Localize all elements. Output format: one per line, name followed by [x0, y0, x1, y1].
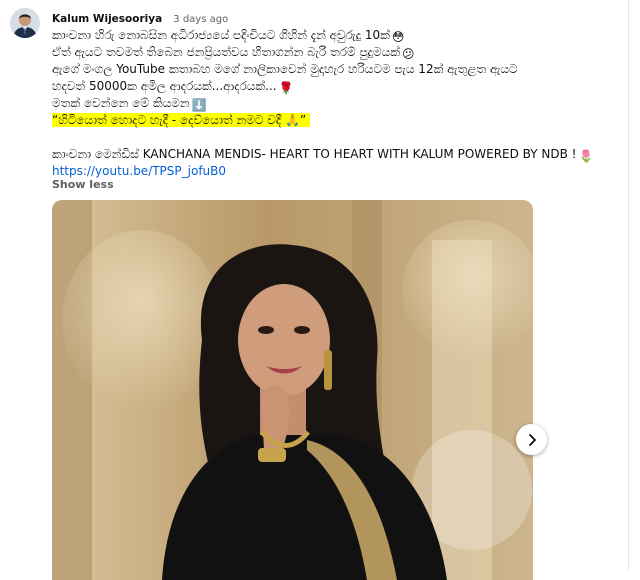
post-timestamp[interactable]: 3 days ago — [173, 14, 228, 25]
post-header: Kalum Wijesooriya 3 days ago — [52, 9, 228, 25]
show-less-button[interactable]: Show less — [52, 178, 114, 191]
post-line: කාංචනා හිරු නොබසින අධිරාජ්‍යයේ පදිංචියට … — [52, 27, 622, 44]
post-line: හදවත් 50000ක අමිල ආදරයක්...ආදරයක්... 🌹 — [52, 78, 622, 95]
avatar-image — [10, 8, 40, 38]
highlighted-quote: “හිටියොත් හොදට හැදී - දෙව්යොත් නමට වදී 🙏… — [52, 113, 311, 127]
next-image-button[interactable] — [516, 424, 547, 455]
post-line: https://youtu.be/TPSP_jofuB0 — [52, 163, 622, 180]
post-line: කාංචනා මෙන්ඩිස් KANCHANA MENDIS- HEART T… — [52, 146, 622, 163]
post-line-text: ඒත් ඇයට තවමත් තිබෙන ජනප්‍රියත්වය හිතාගන්… — [52, 45, 400, 59]
author-avatar[interactable] — [10, 8, 40, 38]
rose-emoji-icon: 🌹 — [278, 81, 294, 95]
post-photo-graphic — [52, 200, 533, 580]
post-line-text: මතක් වෙන්නෙ මේ කියමන — [52, 96, 190, 110]
author-name[interactable]: Kalum Wijesooriya — [52, 13, 162, 25]
page-divider — [628, 0, 629, 570]
post-image[interactable] — [52, 200, 533, 580]
post-line: මතක් වෙන්නෙ මේ කියමන ⬇️ — [52, 95, 622, 112]
video-link[interactable]: https://youtu.be/TPSP_jofuB0 — [52, 164, 226, 178]
post-body: කාංචනා හිරු නොබසින අධිරාජ්‍යයේ පදිංචියට … — [52, 27, 622, 180]
post-line-text: හදවත් 50000ක අමිල ආදරයක්...ආදරයක්... — [52, 79, 277, 93]
post-line-text: කාංචනා හිරු නොබසින අධිරාජ්‍යයේ පදිංචියට … — [52, 28, 390, 42]
post-line: “හිටියොත් හොදට හැදී - දෙව්යොත් නමට වදී 🙏… — [52, 112, 622, 129]
video-title: කාංචනා මෙන්ඩිස් KANCHANA MENDIS- HEART T… — [52, 147, 577, 161]
post-line: ඒත් ඇයට තවමත් තිබෙන ජනප්‍රියත්වය හිතාගන්… — [52, 44, 622, 61]
tulip-emoji-icon: 🌷 — [578, 149, 594, 163]
post-line-text: ඇගේ මංගල YouTube කතාබහ මගේ නාලිකාවෙන් මු… — [52, 62, 518, 76]
chevron-right-icon — [528, 433, 536, 446]
post-line: ඇගේ මංගල YouTube කතාබහ මගේ නාලිකාවෙන් මු… — [52, 61, 622, 78]
